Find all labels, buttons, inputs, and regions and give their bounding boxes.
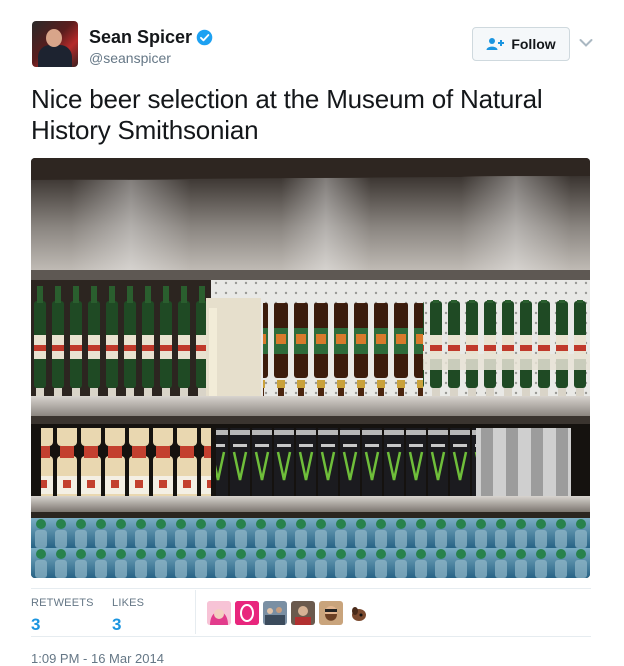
group-avatar-icon[interactable] (263, 601, 287, 625)
author-display-name[interactable]: Sean Spicer (89, 27, 192, 48)
author-name-row[interactable]: Sean Spicer (89, 27, 213, 48)
pink-hair-avatar-icon-art (207, 601, 231, 625)
author-handle[interactable]: @seanspicer (89, 50, 171, 66)
pink-hair-avatar-icon[interactable] (207, 601, 231, 625)
tweet-text: Nice beer selection at the Museum of Nat… (31, 84, 543, 145)
pink-logo-avatar-icon[interactable] (235, 601, 259, 625)
bearded-avatar-icon-art (319, 601, 343, 625)
stats-top-divider (31, 588, 591, 589)
likes-stat[interactable]: LIKES 3 (112, 597, 144, 635)
portrait-avatar-icon[interactable] (291, 601, 315, 625)
stats-bottom-divider (31, 636, 591, 637)
tweet-timestamp[interactable]: 1:09 PM - 16 Mar 2014 (31, 651, 164, 666)
stats-separator (195, 590, 196, 634)
likers-list (207, 601, 375, 625)
retweets-label: RETWEETS (31, 597, 94, 609)
add-user-icon (486, 38, 505, 50)
verified-badge-icon (196, 29, 213, 46)
author-avatar[interactable] (32, 21, 78, 67)
avatar-suit (38, 45, 72, 67)
group-avatar-icon-art (263, 601, 287, 625)
avatar-face (46, 29, 62, 47)
beer-cooler-photo (31, 158, 590, 578)
portrait-avatar-icon-art (291, 601, 315, 625)
bearded-avatar-icon[interactable] (319, 601, 343, 625)
likes-count: 3 (112, 615, 122, 634)
follow-button[interactable]: Follow (472, 27, 570, 61)
tweet-photo[interactable] (31, 158, 590, 578)
retweets-stat[interactable]: RETWEETS 3 (31, 597, 94, 635)
pink-logo-avatar-icon-art (235, 601, 259, 625)
dog-avatar-icon[interactable] (347, 601, 371, 625)
likes-label: LIKES (112, 597, 145, 609)
dog-avatar-icon-art (347, 601, 371, 625)
retweets-count: 3 (31, 615, 41, 634)
chevron-down-icon[interactable] (579, 38, 593, 48)
follow-button-label: Follow (511, 36, 556, 52)
